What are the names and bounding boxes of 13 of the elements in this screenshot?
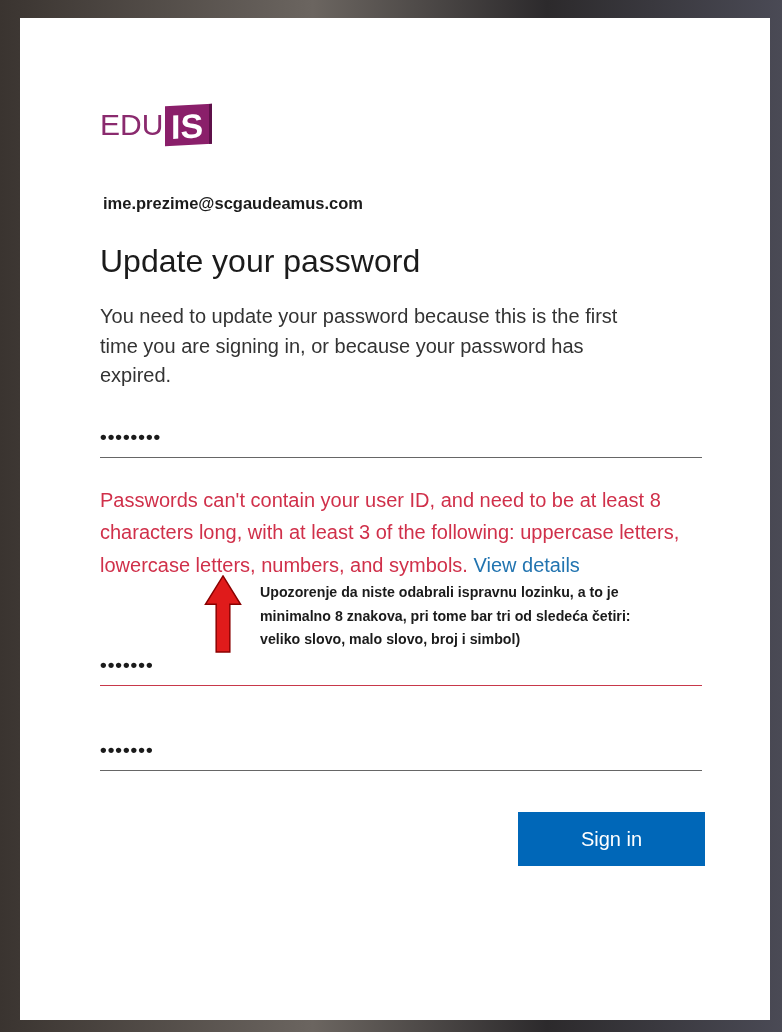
annotation-text: Upozorenje da niste odabrali ispravnu lozinku, a to je minimalno 8 znakova, pri tome bar tri od sledeća četiri: veliko slovo, malo slovo, broj i simbol): [260, 583, 632, 649]
password-field[interactable]: •••••••: [100, 738, 702, 771]
error-message: Passwords can't contain your user ID, and need to be at least 8 characters long, with at least 3 of the following: uppercase letters, lowercase letters, numbers, and symbols. View details: [100, 487, 681, 578]
account-email: ime.prezime@scgaudeamus.com: [103, 194, 365, 213]
page-title: Update your password: [100, 243, 422, 280]
description-text: You need to update your password because this is the first time you are signing in, or because your password has expired.: [100, 304, 619, 388]
logo-badge: IS: [165, 103, 213, 147]
password-field[interactable]: •••••••: [100, 653, 702, 686]
logo-text: EDU: [100, 108, 164, 142]
sign-in-button[interactable]: Sign in: [518, 812, 705, 866]
arrow-icon: [204, 575, 242, 653]
view-details-link[interactable]: View details: [473, 553, 580, 576]
password-field[interactable]: ••••••••: [100, 424, 702, 458]
